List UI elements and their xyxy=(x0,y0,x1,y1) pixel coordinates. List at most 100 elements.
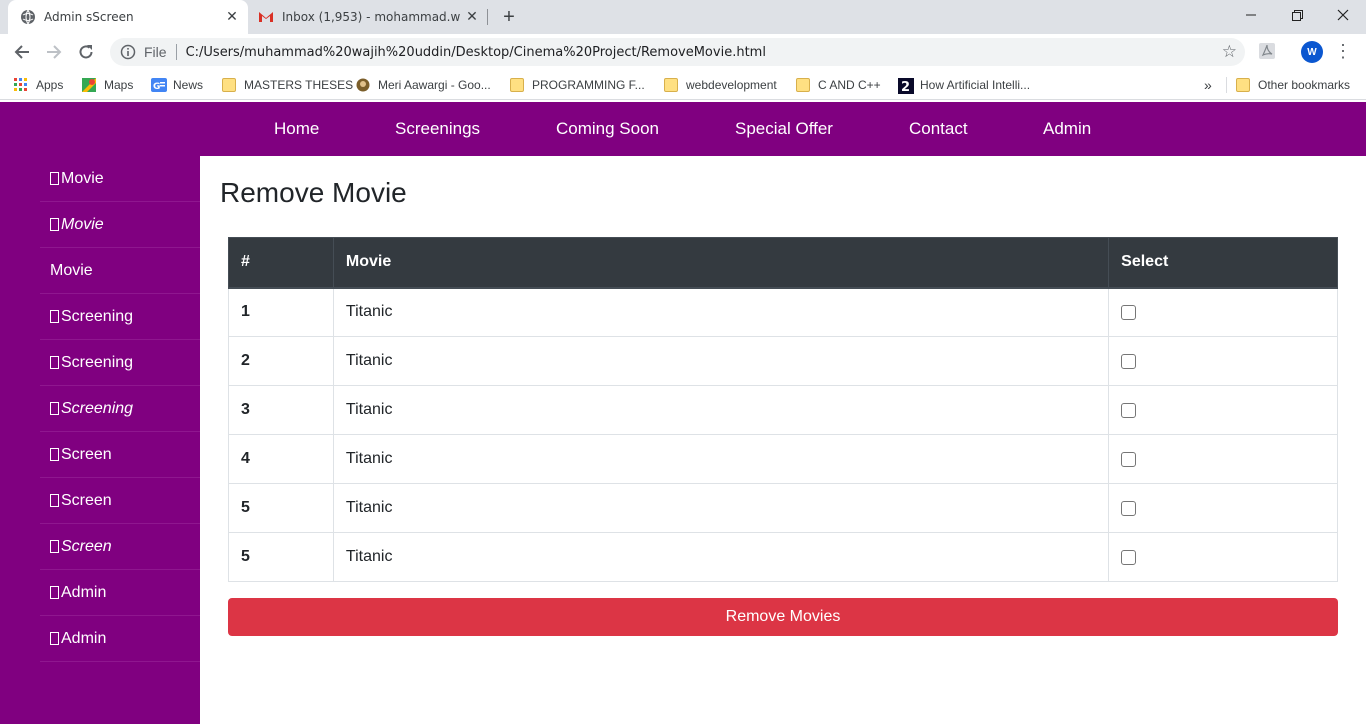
bookmark-meri-aawargi[interactable]: Meri Aawargi - Goo... xyxy=(356,76,491,94)
maps-icon xyxy=(82,78,96,92)
select-checkbox[interactable] xyxy=(1121,500,1137,516)
tab-admin-screen[interactable]: Admin sScreen ✕ xyxy=(8,0,248,34)
bookmark-label: How Artificial Intelli... xyxy=(920,78,1031,92)
nav-home[interactable]: Home xyxy=(274,119,319,139)
new-tab-icon[interactable]: + xyxy=(497,5,521,29)
url-text[interactable]: C:/Users/muhammad%20wajih%20uddin/Deskto… xyxy=(186,45,766,60)
sidebar-item-movie[interactable]: Movie xyxy=(40,202,200,248)
tab-inbox[interactable]: Inbox (1,953) - mohammad.wajih ✕ xyxy=(248,0,488,34)
bookmark-label: Apps xyxy=(36,78,64,92)
bookmark-c-and-cpp[interactable]: C AND C++ xyxy=(796,76,881,94)
folder-icon xyxy=(1236,78,1250,92)
sidebar-item-admin[interactable]: Admin xyxy=(40,570,200,616)
select-cell xyxy=(1108,483,1338,533)
column-header-movie: Movie xyxy=(332,237,1110,289)
sidebar-item-label: Screen xyxy=(61,445,112,463)
select-checkbox[interactable] xyxy=(1121,353,1137,369)
restore-icon[interactable] xyxy=(1274,0,1320,30)
table-row: 5 Titanic xyxy=(228,483,1338,533)
bookmark-label: Other bookmarks xyxy=(1258,78,1351,92)
bookmark-webdevelopment[interactable]: webdevelopment xyxy=(664,76,777,94)
sidebar-item-screening[interactable]: Screening xyxy=(40,386,200,432)
select-checkbox[interactable] xyxy=(1121,402,1137,418)
bookmark-news[interactable]: G News xyxy=(151,76,203,94)
nav-special-offer[interactable]: Special Offer xyxy=(735,119,833,139)
row-number: 1 xyxy=(228,287,334,337)
sidebar-item-movie[interactable]: Movie xyxy=(40,156,200,202)
nav-contact[interactable]: Contact xyxy=(909,119,968,139)
pdf-extension-icon[interactable] xyxy=(1258,42,1278,62)
profile-avatar[interactable]: W xyxy=(1301,41,1323,63)
reload-icon[interactable] xyxy=(72,38,100,66)
admin-sidebar: Movie Movie Movie Screening Screening Sc… xyxy=(40,156,200,662)
nav-coming-soon[interactable]: Coming Soon xyxy=(556,119,659,139)
close-icon[interactable]: ✕ xyxy=(220,9,244,25)
missing-glyph-icon xyxy=(50,494,59,507)
sidebar-item-screen[interactable]: Screen xyxy=(40,524,200,570)
missing-glyph-icon xyxy=(50,402,59,415)
url-scheme-label: File xyxy=(144,44,167,60)
forward-arrow-icon[interactable] xyxy=(40,38,68,66)
movies-table: # Movie Select 1 Titanic 2 Titanic 3 Tit… xyxy=(228,237,1338,582)
sidebar-item-screen[interactable]: Screen xyxy=(40,478,200,524)
bookmark-maps[interactable]: Maps xyxy=(82,76,133,94)
minimize-icon[interactable] xyxy=(1228,0,1274,30)
tab-title: Admin sScreen xyxy=(44,10,134,24)
address-bar[interactable]: File C:/Users/muhammad%20wajih%20uddin/D… xyxy=(110,38,1245,66)
missing-glyph-icon xyxy=(50,356,59,369)
sidebar-item-label: Screen xyxy=(61,491,112,509)
select-cell xyxy=(1108,532,1338,582)
page-title: Remove Movie xyxy=(220,177,407,208)
remove-movies-button[interactable]: Remove Movies xyxy=(228,598,1338,636)
browser-tab-strip: Admin sScreen ✕ Inbox (1,953) - mohammad… xyxy=(0,0,1366,34)
column-header-select: Select xyxy=(1108,237,1338,289)
sidebar-item-movie[interactable]: Movie xyxy=(40,248,200,294)
sidebar-item-screening[interactable]: Screening xyxy=(40,340,200,386)
browser-toolbar: File C:/Users/muhammad%20wajih%20uddin/D… xyxy=(0,34,1366,70)
table-row: 2 Titanic xyxy=(228,336,1338,386)
sidebar-item-screen[interactable]: Screen xyxy=(40,432,200,478)
select-cell xyxy=(1108,336,1338,386)
globe-icon xyxy=(20,9,36,25)
bookmark-star-icon[interactable]: ☆ xyxy=(1222,43,1237,61)
table-header-row: # Movie Select xyxy=(228,237,1338,289)
nav-screenings[interactable]: Screenings xyxy=(395,119,480,139)
bookmark-masters-theses[interactable]: MASTERS THESES xyxy=(222,76,353,94)
select-cell xyxy=(1108,385,1338,435)
row-number: 3 xyxy=(228,385,334,435)
sidebar-item-screening[interactable]: Screening xyxy=(40,294,200,340)
row-number: 5 xyxy=(228,532,334,582)
table-row: 3 Titanic xyxy=(228,385,1338,435)
missing-glyph-icon xyxy=(50,632,59,645)
select-checkbox[interactable] xyxy=(1121,549,1137,565)
sidebar-item-admin[interactable]: Admin xyxy=(40,616,200,662)
bookmarks-overflow-chevron[interactable]: » xyxy=(1204,76,1212,94)
sidebar-item-label: Screening xyxy=(61,307,134,325)
apps-grid-icon xyxy=(14,78,28,92)
folder-icon xyxy=(510,78,524,92)
bookmark-label: webdevelopment xyxy=(686,78,777,92)
bookmark-how-ai[interactable]: 2 How Artificial Intelli... xyxy=(898,76,1031,95)
info-icon[interactable] xyxy=(120,44,136,60)
sidebar-item-label: Screening xyxy=(61,399,134,417)
missing-glyph-icon xyxy=(50,448,59,461)
sidebar-item-label: Admin xyxy=(61,583,107,601)
nav-admin[interactable]: Admin xyxy=(1043,119,1091,139)
sidebar-item-label: Admin xyxy=(61,629,107,647)
window-close-icon[interactable] xyxy=(1320,0,1366,30)
chrome-menu-icon[interactable]: ⋮ xyxy=(1334,40,1352,64)
bookmark-programming[interactable]: PROGRAMMING F... xyxy=(510,76,645,94)
back-arrow-icon[interactable] xyxy=(8,38,36,66)
missing-glyph-icon xyxy=(50,540,59,553)
select-checkbox[interactable] xyxy=(1121,304,1137,320)
bookmark-apps[interactable]: Apps xyxy=(14,76,63,94)
select-checkbox[interactable] xyxy=(1121,451,1137,467)
column-header-number: # xyxy=(228,237,334,289)
close-icon[interactable]: ✕ xyxy=(460,9,484,25)
main-content: Remove Movie # Movie Select 1 Titanic 2 xyxy=(200,156,1366,724)
bookmark-other[interactable]: Other bookmarks xyxy=(1236,76,1350,94)
news-icon: G xyxy=(151,78,167,92)
bookmark-label: C AND C++ xyxy=(818,78,881,92)
select-cell xyxy=(1108,434,1338,484)
movie-title: Titanic xyxy=(332,385,1110,435)
